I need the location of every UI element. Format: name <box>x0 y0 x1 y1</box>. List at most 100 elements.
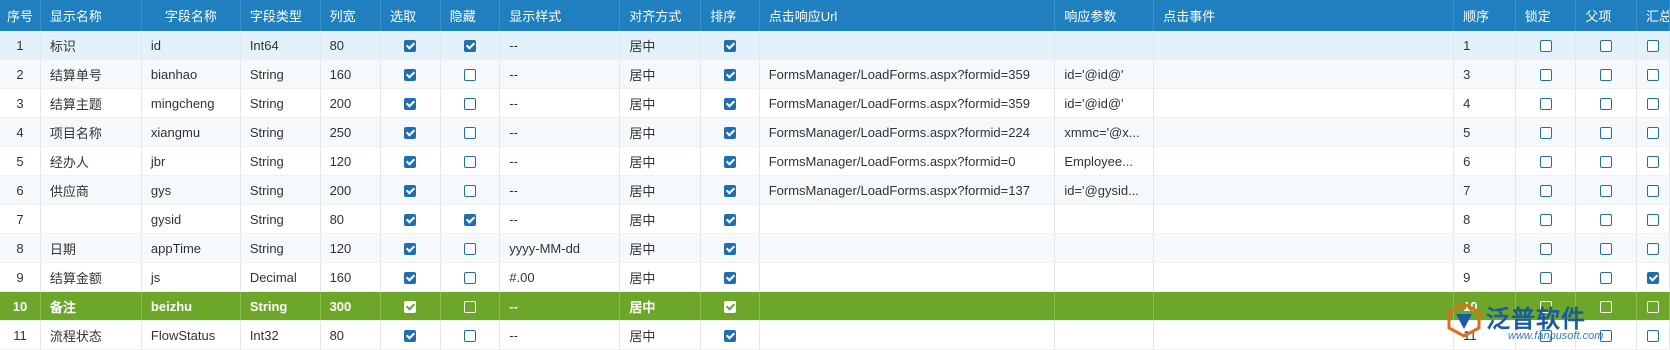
cell-field-type: String <box>240 291 321 321</box>
table-row[interactable]: 11 流程状态 FlowStatus Int32 80 -- 居中 11 <box>0 320 1670 350</box>
cell-params: id='@gysid... <box>1054 175 1155 205</box>
table-row[interactable]: 1 标识 id Int64 80 -- 居中 1 <box>0 31 1670 60</box>
checkbox[interactable] <box>404 301 417 314</box>
checkbox[interactable] <box>1539 156 1552 169</box>
col-header-order[interactable]: 顺序 <box>1453 0 1516 31</box>
cell-field-name: appTime <box>141 233 241 263</box>
checkbox[interactable] <box>1646 214 1659 227</box>
col-header-hide[interactable]: 隐藏 <box>440 0 501 31</box>
checkbox[interactable] <box>404 98 417 111</box>
checkbox[interactable] <box>1646 40 1659 53</box>
checkbox[interactable] <box>723 330 736 343</box>
checkbox[interactable] <box>723 214 736 227</box>
checkbox[interactable] <box>1600 185 1613 198</box>
table-row[interactable]: 6 供应商 gys String 200 -- 居中 FormsManager/LoadFor… <box>0 175 1670 205</box>
col-header-params[interactable]: 响应参数 <box>1054 0 1155 31</box>
table-row[interactable]: 2 结算单号 bianhao String 160 -- 居中 FormsManager/Lo… <box>0 59 1670 89</box>
checkbox[interactable] <box>1646 127 1659 140</box>
table-row[interactable]: 4 项目名称 xiangmu String 250 -- 居中 FormsManager/Lo… <box>0 117 1670 147</box>
col-header-display-name[interactable]: 显示名称 <box>40 0 142 31</box>
checkbox[interactable] <box>404 243 417 256</box>
col-header-parent[interactable]: 父项 <box>1575 0 1637 31</box>
checkbox[interactable] <box>1646 330 1659 343</box>
checkbox[interactable] <box>723 69 736 82</box>
checkbox[interactable] <box>404 69 417 82</box>
checkbox[interactable] <box>1539 243 1552 256</box>
checkbox[interactable] <box>723 272 736 285</box>
checkbox[interactable] <box>1646 69 1659 82</box>
checkbox[interactable] <box>1646 156 1659 169</box>
checkbox[interactable] <box>463 156 476 169</box>
checkbox[interactable] <box>1600 40 1613 53</box>
col-header-summary[interactable]: 汇总 <box>1636 0 1670 31</box>
checkbox[interactable] <box>463 243 476 256</box>
checkbox[interactable] <box>463 40 476 53</box>
col-header-select[interactable]: 选取 <box>380 0 441 31</box>
checkbox[interactable] <box>1646 272 1659 285</box>
checkbox[interactable] <box>1539 330 1552 343</box>
checkbox[interactable] <box>1600 272 1613 285</box>
checkbox[interactable] <box>723 98 736 111</box>
checkbox[interactable] <box>1539 127 1552 140</box>
checkbox[interactable] <box>404 214 417 227</box>
table-row[interactable]: 8 日期 appTime String 120 yyyy-MM-dd 居中 8 <box>0 233 1670 263</box>
checkbox[interactable] <box>1539 185 1552 198</box>
checkbox[interactable] <box>1600 98 1613 111</box>
checkbox[interactable] <box>1539 272 1552 285</box>
checkbox[interactable] <box>723 127 736 140</box>
checkbox[interactable] <box>1539 214 1552 227</box>
col-header-index[interactable]: 序号 <box>0 0 41 31</box>
checkbox[interactable] <box>463 69 476 82</box>
checkbox[interactable] <box>404 185 417 198</box>
checkbox[interactable] <box>723 301 736 314</box>
checkbox[interactable] <box>1646 243 1659 256</box>
checkbox[interactable] <box>463 185 476 198</box>
checkbox[interactable] <box>1646 301 1659 314</box>
checkbox[interactable] <box>463 330 476 343</box>
cell-field-type: Decimal <box>240 262 321 292</box>
checkbox[interactable] <box>1539 98 1552 111</box>
col-header-lock[interactable]: 锁定 <box>1515 0 1577 31</box>
checkbox[interactable] <box>1600 214 1613 227</box>
cell-order: 5 <box>1453 117 1516 147</box>
checkbox[interactable] <box>463 214 476 227</box>
col-header-click-event[interactable]: 点击事件 <box>1153 0 1455 31</box>
checkbox[interactable] <box>1600 69 1613 82</box>
col-header-display-style[interactable]: 显示样式 <box>499 0 621 31</box>
checkbox[interactable] <box>404 272 417 285</box>
checkbox[interactable] <box>1539 69 1552 82</box>
checkbox[interactable] <box>1539 40 1552 53</box>
col-header-click-url[interactable]: 点击响应Url <box>759 0 1056 31</box>
cell-click-event <box>1153 146 1455 176</box>
table-row[interactable]: 3 结算主题 mingcheng String 200 -- 居中 FormsManager/… <box>0 88 1670 118</box>
table-row[interactable]: 7 gysid String 80 -- 居中 8 <box>0 204 1670 234</box>
checkbox[interactable] <box>463 98 476 111</box>
table-row[interactable]: 5 经办人 jbr String 120 -- 居中 FormsManager/LoadFor… <box>0 146 1670 176</box>
col-header-field-name[interactable]: 字段名称 <box>141 0 241 31</box>
col-header-sort[interactable]: 排序 <box>700 0 760 31</box>
checkbox[interactable] <box>404 40 417 53</box>
checkbox[interactable] <box>1600 301 1613 314</box>
checkbox[interactable] <box>404 330 417 343</box>
col-header-align[interactable]: 对齐方式 <box>619 0 702 31</box>
checkbox[interactable] <box>463 272 476 285</box>
checkbox[interactable] <box>1539 301 1552 314</box>
col-header-width[interactable]: 列宽 <box>320 0 382 31</box>
checkbox[interactable] <box>404 156 417 169</box>
checkbox[interactable] <box>463 127 476 140</box>
checkbox[interactable] <box>1646 185 1659 198</box>
col-header-field-type[interactable]: 字段类型 <box>240 0 321 31</box>
checkbox[interactable] <box>1600 127 1613 140</box>
table-row[interactable]: 9 结算金额 js Decimal 160 #.00 居中 9 <box>0 262 1670 292</box>
checkbox[interactable] <box>723 40 736 53</box>
checkbox[interactable] <box>1600 243 1613 256</box>
checkbox[interactable] <box>723 156 736 169</box>
checkbox[interactable] <box>404 127 417 140</box>
checkbox[interactable] <box>723 185 736 198</box>
checkbox[interactable] <box>1600 156 1613 169</box>
checkbox[interactable] <box>1600 330 1613 343</box>
checkbox[interactable] <box>463 301 476 314</box>
table-row[interactable]: 10 备注 beizhu String 300 -- 居中 10 <box>0 291 1670 321</box>
checkbox[interactable] <box>1646 98 1659 111</box>
checkbox[interactable] <box>723 243 736 256</box>
